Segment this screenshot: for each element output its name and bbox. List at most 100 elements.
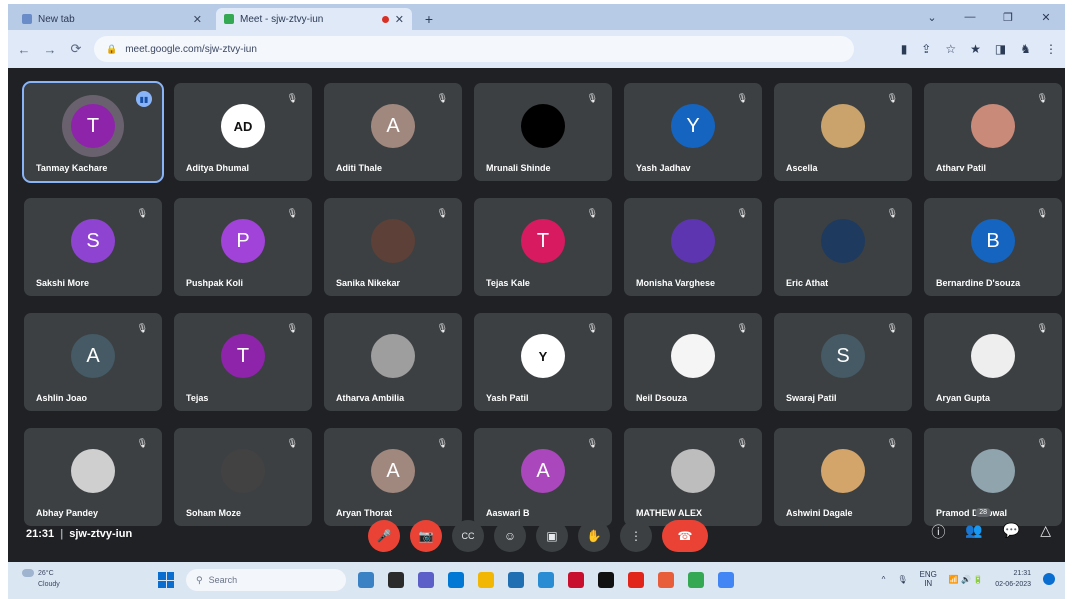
present-button[interactable]: ▣ bbox=[536, 520, 568, 552]
profile-photo bbox=[371, 334, 415, 379]
taskbar-app-icon[interactable] bbox=[658, 572, 674, 588]
avatar: P bbox=[221, 219, 265, 264]
captions-button[interactable]: CC bbox=[452, 520, 484, 552]
mic-muted-icon: 🎙 bbox=[736, 208, 748, 218]
mic-muted-icon: 🎙 bbox=[136, 208, 148, 218]
participant-tile[interactable]: Aryan Gupta 🎙 bbox=[924, 313, 1062, 411]
reactions-button[interactable]: ☺ bbox=[494, 520, 526, 552]
participant-tile[interactable]: S Sakshi More 🎙 bbox=[24, 198, 162, 296]
participant-name: Yash Jadhav bbox=[636, 163, 691, 173]
lock-icon[interactable]: 🔒 bbox=[106, 44, 117, 55]
bookmark-icon[interactable]: ☆ bbox=[945, 42, 956, 56]
profile-photo: Y bbox=[521, 334, 565, 379]
taskbar-app-icon[interactable] bbox=[598, 572, 614, 588]
new-tab-button[interactable]: + bbox=[418, 8, 440, 30]
participant-tile[interactable]: T Tejas 🎙 bbox=[174, 313, 312, 411]
chevron-up-icon[interactable]: ^ bbox=[882, 575, 886, 584]
participant-tile[interactable]: S Swaraj Patil 🎙 bbox=[774, 313, 912, 411]
taskbar-app-icon[interactable] bbox=[448, 572, 464, 588]
mic-muted-icon: 🎙 bbox=[736, 438, 748, 448]
chat-icon[interactable]: 💬 bbox=[1003, 522, 1020, 542]
participant-name: Tejas Kale bbox=[486, 278, 530, 288]
participant-tile[interactable]: A Aditi Thale 🎙 bbox=[324, 83, 462, 181]
share-icon[interactable]: ⇪ bbox=[921, 42, 931, 56]
camera-toggle-button[interactable]: 📷 bbox=[410, 520, 442, 552]
taskbar-app-icon[interactable] bbox=[628, 572, 644, 588]
participant-tile[interactable]: P Pushpak Koli 🎙 bbox=[174, 198, 312, 296]
avatar: T bbox=[71, 104, 115, 149]
taskbar-app-icon[interactable] bbox=[388, 572, 404, 588]
weather-widget[interactable]: 26°C Cloudy bbox=[22, 568, 60, 590]
participant-tile[interactable]: AD Aditya Dhumal 🎙 bbox=[174, 83, 312, 181]
close-window-button[interactable]: ✕ bbox=[1027, 11, 1065, 24]
participant-tile[interactable]: Eric Athat 🎙 bbox=[774, 198, 912, 296]
profile-photo bbox=[821, 449, 865, 494]
tab-search-icon[interactable]: ⌄ bbox=[913, 11, 951, 24]
participant-tile[interactable]: T Tanmay Kachare ▮▮ bbox=[22, 81, 164, 183]
close-tab-icon[interactable]: ✕ bbox=[395, 13, 404, 26]
maximize-button[interactable]: ❐ bbox=[989, 11, 1027, 24]
windows-start-icon[interactable] bbox=[158, 572, 174, 588]
participant-tile[interactable]: B Bernardine D'souza 🎙 bbox=[924, 198, 1062, 296]
participant-tile[interactable]: Mrunali Shinde 🎙 bbox=[474, 83, 612, 181]
taskbar-app-icon[interactable] bbox=[538, 572, 554, 588]
taskbar-app-icon[interactable] bbox=[358, 572, 374, 588]
participant-tile[interactable]: Monisha Varghese 🎙 bbox=[624, 198, 762, 296]
mic-toggle-button[interactable]: 🎤 bbox=[368, 520, 400, 552]
menu-icon[interactable]: ⋮ bbox=[1045, 42, 1057, 56]
address-bar[interactable]: 🔒 meet.google.com/sjw-ztvy-iun bbox=[94, 36, 854, 62]
profile-icon[interactable]: ♞ bbox=[1020, 42, 1031, 56]
activities-icon[interactable]: △ bbox=[1040, 522, 1051, 542]
close-tab-icon[interactable]: ✕ bbox=[193, 13, 202, 26]
notification-icon[interactable] bbox=[1043, 573, 1055, 585]
reload-icon[interactable]: ⟳ bbox=[68, 41, 84, 57]
extensions-icon[interactable]: ★ bbox=[970, 42, 981, 56]
pinned-apps bbox=[358, 572, 734, 588]
taskbar-search[interactable]: ⚲ Search bbox=[186, 569, 346, 591]
tab-new-tab[interactable]: New tab ✕ bbox=[14, 8, 210, 30]
back-icon[interactable]: ← bbox=[16, 42, 32, 57]
clock[interactable]: 21:31 02-06-2023 bbox=[995, 568, 1031, 590]
minimize-button[interactable]: — bbox=[951, 11, 989, 23]
participant-name: Aryan Gupta bbox=[936, 393, 991, 403]
participant-name: Ascella bbox=[786, 163, 818, 173]
participant-tile[interactable]: A Ashlin Joao 🎙 bbox=[24, 313, 162, 411]
mic-muted-icon: 🎙 bbox=[586, 208, 598, 218]
raise-hand-button[interactable]: ✋ bbox=[578, 520, 610, 552]
participant-tile[interactable]: Atharv Patil 🎙 bbox=[924, 83, 1062, 181]
profile-photo bbox=[971, 104, 1015, 149]
language-indicator[interactable]: ENG IN bbox=[920, 570, 937, 588]
mic-muted-icon: 🎙 bbox=[586, 438, 598, 448]
tab-meet[interactable]: Meet - sjw-ztvy-iun ✕ bbox=[216, 8, 412, 30]
mic-muted-icon: 🎙 bbox=[436, 438, 448, 448]
participant-tile[interactable]: Y Yash Jadhav 🎙 bbox=[624, 83, 762, 181]
leave-call-button[interactable]: ☎ bbox=[662, 520, 708, 552]
camera-indicator-icon[interactable]: ▮ bbox=[901, 42, 908, 56]
taskbar-app-icon[interactable] bbox=[568, 572, 584, 588]
people-icon[interactable]: 👥 bbox=[965, 522, 982, 542]
participant-name: Pushpak Koli bbox=[186, 278, 244, 288]
taskbar-app-icon[interactable] bbox=[508, 572, 524, 588]
side-panel-icon[interactable]: ◨ bbox=[995, 42, 1006, 56]
participant-tile[interactable]: Y Yash Patil 🎙 bbox=[474, 313, 612, 411]
taskbar-app-icon[interactable] bbox=[478, 572, 494, 588]
participant-tile[interactable]: Atharva Ambilia 🎙 bbox=[324, 313, 462, 411]
wifi-volume-battery-icons[interactable]: 📶 🔊 🔋 bbox=[949, 575, 983, 584]
participant-tile[interactable]: Ascella 🎙 bbox=[774, 83, 912, 181]
meeting-code: sjw-ztvy-iun bbox=[69, 528, 133, 540]
taskbar-app-icon[interactable] bbox=[718, 572, 734, 588]
meeting-details-icon[interactable]: ⓘ bbox=[931, 522, 945, 542]
tab-title: Meet - sjw-ztvy-iun bbox=[240, 13, 324, 25]
avatar: T bbox=[221, 334, 265, 379]
profile-photo bbox=[971, 449, 1015, 494]
forward-icon[interactable]: → bbox=[42, 42, 58, 57]
taskbar-app-icon[interactable] bbox=[688, 572, 704, 588]
microphone-tray-icon[interactable]: 🎙 bbox=[897, 575, 907, 584]
taskbar-app-icon[interactable] bbox=[418, 572, 434, 588]
participant-tile[interactable]: Neil Dsouza 🎙 bbox=[624, 313, 762, 411]
system-tray: ^ 🎙 ENG IN 📶 🔊 🔋 21:31 02-06-2023 bbox=[882, 568, 1055, 590]
more-options-button[interactable]: ⋮ bbox=[620, 520, 652, 552]
participant-tile[interactable]: T Tejas Kale 🎙 bbox=[474, 198, 612, 296]
participant-tile[interactable]: Sanika Nikekar 🎙 bbox=[324, 198, 462, 296]
mic-muted-icon: 🎙 bbox=[886, 323, 898, 333]
